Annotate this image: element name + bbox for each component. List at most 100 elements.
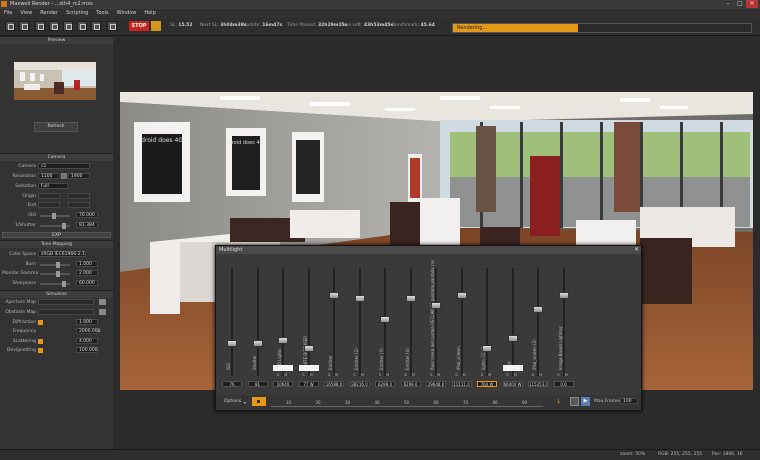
- close-button[interactable]: ✕: [746, 0, 758, 8]
- exp-button[interactable]: EXP: [2, 232, 111, 238]
- camera-select[interactable]: c1: [38, 163, 90, 169]
- iso-slider-knob[interactable]: [52, 213, 56, 219]
- shutter-field[interactable]: 81.384: [76, 222, 98, 228]
- stop-icon[interactable]: [570, 397, 579, 406]
- settings-icon[interactable]: [91, 21, 101, 31]
- stop-button[interactable]: STOP: [129, 21, 149, 31]
- open-icon[interactable]: [5, 21, 15, 31]
- solo-mute-buttons[interactable]: S M: [401, 373, 421, 377]
- camera-header[interactable]: Camera: [0, 153, 113, 161]
- channel-value-field[interactable]: 115353.0: [528, 381, 548, 387]
- solo-mute-buttons[interactable]: S M: [452, 373, 472, 377]
- fader-track[interactable]: [282, 268, 284, 376]
- fader-knob[interactable]: [303, 344, 314, 352]
- sharpness-field[interactable]: 60.000: [76, 280, 98, 286]
- aperture-map-field[interactable]: [38, 299, 94, 305]
- fader-knob[interactable]: [456, 292, 467, 299]
- fader-track[interactable]: [562, 268, 565, 376]
- marker-icon[interactable]: ↓: [556, 398, 561, 405]
- channel-value-field[interactable]: 10640: [273, 381, 293, 387]
- solo-mute-buttons[interactable]: S M: [426, 373, 446, 377]
- fader-track[interactable]: [231, 268, 233, 376]
- fader-knob[interactable]: [329, 292, 339, 299]
- fader-knob[interactable]: [380, 316, 390, 323]
- fader-track[interactable]: [537, 268, 539, 376]
- solo-mute-buttons[interactable]: S M: [273, 373, 293, 377]
- obstacle-map-field[interactable]: [38, 309, 94, 315]
- fader-knob[interactable]: [227, 340, 237, 347]
- fader-knob[interactable]: [431, 301, 441, 309]
- menu-tools[interactable]: Tools: [92, 9, 112, 18]
- channel-value-field[interactable]: 81: [247, 381, 268, 387]
- fader-track[interactable]: [460, 268, 463, 376]
- simulens-header[interactable]: Simulens: [0, 290, 113, 298]
- minimize-button[interactable]: –: [722, 0, 734, 8]
- gamma-slider[interactable]: [40, 273, 70, 275]
- solo-mute-buttons[interactable]: S M: [375, 373, 395, 377]
- menu-scripting[interactable]: Scripting: [62, 9, 92, 18]
- dropdown-arrow-icon[interactable]: ▾: [244, 400, 246, 405]
- fader-knob[interactable]: [533, 306, 543, 314]
- copy-icon[interactable]: [63, 21, 73, 31]
- record-button[interactable]: [252, 397, 266, 406]
- play-icon[interactable]: ▶: [581, 397, 590, 406]
- end-y-field[interactable]: [68, 202, 90, 208]
- preview-header[interactable]: Preview: [0, 36, 113, 44]
- solo-mute-buttons[interactable]: S M: [528, 373, 548, 377]
- channel-value-field[interactable]: 77 W: [298, 381, 319, 387]
- fader-track[interactable]: [358, 268, 361, 376]
- channel-value-field[interactable]: 764 W: [477, 381, 497, 387]
- maximize-button[interactable]: □: [734, 0, 746, 8]
- burn-slider-knob[interactable]: [56, 262, 60, 268]
- menu-window[interactable]: Window: [113, 9, 141, 18]
- menu-view[interactable]: View: [16, 9, 36, 18]
- fader-track[interactable]: [435, 268, 437, 376]
- fader-knob[interactable]: [278, 337, 288, 345]
- menu-render[interactable]: Render: [36, 9, 62, 18]
- fader-track[interactable]: [511, 268, 514, 376]
- burn-field[interactable]: 1.000: [76, 261, 98, 267]
- fader-track[interactable]: [307, 268, 310, 376]
- fader-knob[interactable]: [558, 292, 569, 299]
- channel-value-field[interactable]: 11111.0: [451, 381, 472, 387]
- max-frames-field[interactable]: 100: [620, 398, 638, 404]
- close-icon[interactable]: ✕: [634, 246, 639, 254]
- solo-mute-buttons[interactable]: S M: [503, 373, 523, 377]
- folder-icon[interactable]: [99, 309, 106, 315]
- menu-file[interactable]: File: [0, 9, 16, 18]
- burn-slider[interactable]: [40, 264, 70, 266]
- channel-value-field[interactable]: 0.0: [553, 381, 574, 387]
- selection-select[interactable]: Full: [38, 183, 68, 189]
- origin-y-field[interactable]: [68, 193, 90, 199]
- options-label[interactable]: Options: [224, 399, 241, 404]
- fader-knob[interactable]: [252, 340, 263, 347]
- link-icon[interactable]: [61, 173, 67, 179]
- channel-value-field[interactable]: 16588.0: [324, 381, 344, 387]
- iso-field[interactable]: 76.000: [76, 212, 98, 218]
- solo-mute-buttons[interactable]: S M: [477, 373, 497, 377]
- fader-knob[interactable]: [507, 335, 518, 343]
- save-image-icon[interactable]: [49, 21, 59, 31]
- color-swatch[interactable]: [502, 365, 523, 371]
- end-x-field[interactable]: [38, 202, 60, 208]
- image-icon[interactable]: [35, 21, 45, 31]
- channel-value-field[interactable]: 66000 W: [502, 381, 523, 387]
- diffraction-checkbox[interactable]: [38, 320, 43, 325]
- channel-value-field[interactable]: 29648.0: [426, 381, 446, 387]
- shutter-slider-knob[interactable]: [62, 223, 66, 229]
- folder-icon[interactable]: [99, 299, 106, 305]
- solo-mute-buttons[interactable]: S M: [299, 373, 319, 377]
- fader-knob[interactable]: [482, 344, 492, 352]
- solo-mute-buttons[interactable]: S M: [350, 373, 370, 377]
- menu-help[interactable]: Help: [140, 9, 159, 18]
- resolution-width-field[interactable]: 1100: [38, 173, 60, 179]
- fader-track[interactable]: [256, 268, 259, 376]
- fader-track[interactable]: [333, 268, 335, 376]
- color-swatch[interactable]: [273, 365, 293, 371]
- devignetting-field[interactable]: 100.000: [76, 347, 98, 353]
- channel-value-field[interactable]: 76: [222, 381, 242, 387]
- channel-value-field[interactable]: 38216.0: [349, 381, 370, 387]
- refresh-button[interactable]: Refresh: [34, 122, 78, 132]
- origin-x-field[interactable]: [38, 193, 60, 199]
- save-icon[interactable]: [19, 21, 29, 31]
